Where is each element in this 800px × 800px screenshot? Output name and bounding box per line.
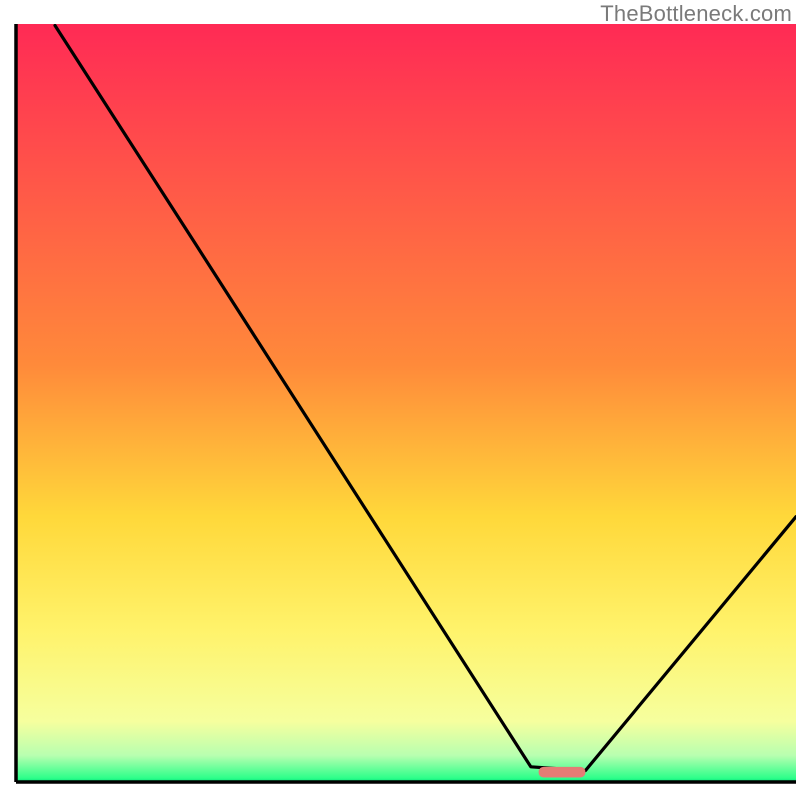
optimal-marker (539, 767, 586, 778)
bottleneck-chart (0, 0, 800, 800)
chart-background-gradient (16, 24, 796, 782)
watermark-text: TheBottleneck.com (600, 1, 792, 27)
chart-container: TheBottleneck.com (0, 0, 800, 800)
